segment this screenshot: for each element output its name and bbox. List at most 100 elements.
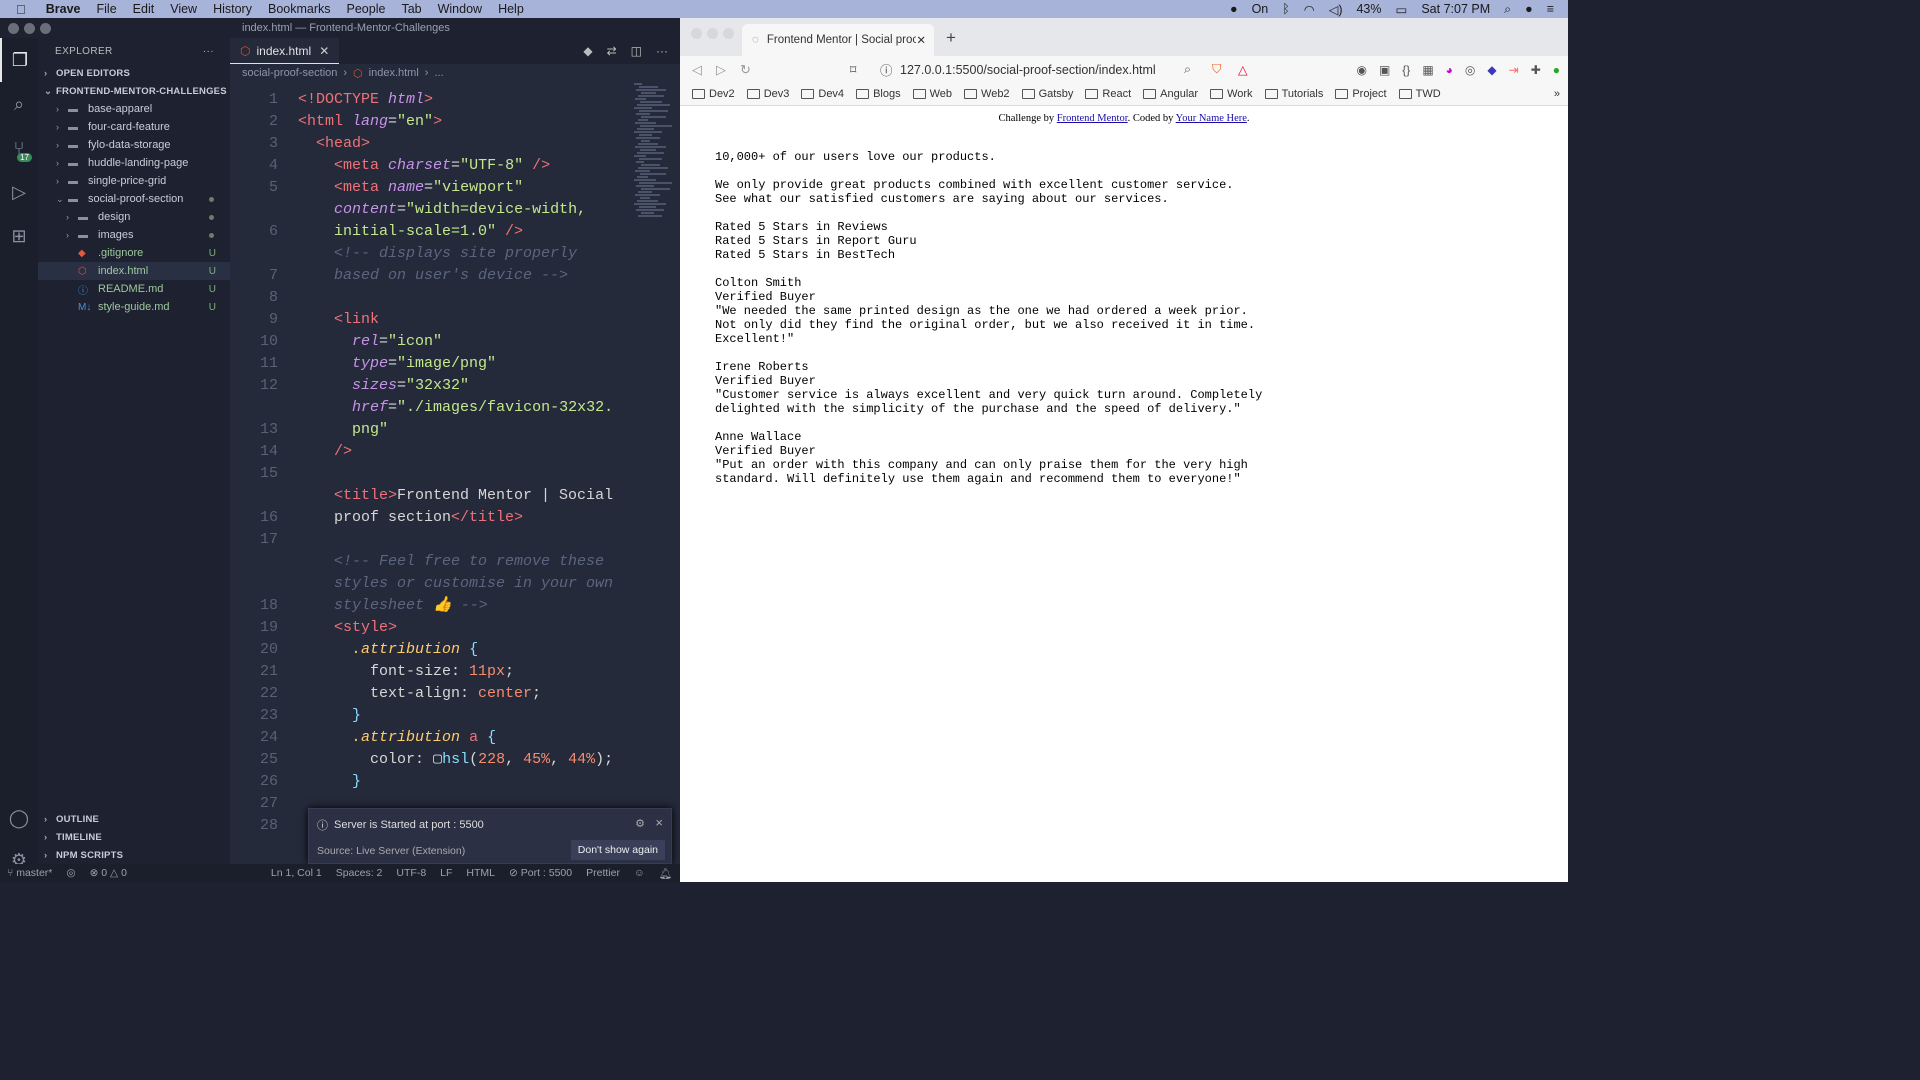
bookmark-folder-dev3[interactable]: Dev3 [746, 88, 789, 100]
bookmark-folder-tutorials[interactable]: Tutorials [1264, 88, 1323, 100]
notifications-bell-icon[interactable]: 🔔︎ [652, 867, 679, 880]
new-tab-icon[interactable]: + [946, 28, 956, 48]
bookmark-folder-angular[interactable]: Angular [1143, 88, 1198, 100]
author-link[interactable]: Your Name Here [1176, 113, 1247, 124]
tree-item-four-card-feature[interactable]: › ▬ four-card-feature [38, 118, 230, 136]
tree-item-base-apparel[interactable]: › ▬ base-apparel [38, 100, 230, 118]
frontend-mentor-link[interactable]: Frontend Mentor [1057, 113, 1128, 124]
tree-item-single-price-grid[interactable]: › ▬ single-price-grid [38, 172, 230, 190]
sync-icon[interactable]: ◎ [59, 867, 82, 879]
zoom-icon[interactable]: ⌕ [1184, 62, 1191, 77]
zoom-window-button[interactable] [723, 28, 734, 39]
extension-icon[interactable]: ▦ [1422, 63, 1433, 77]
tree-item-index-html[interactable]: ⬡ index.html U [38, 262, 230, 280]
tab-index-html[interactable]: ⬡ index.html ✕ [230, 38, 340, 64]
extension-icon[interactable]: ⇥ [1509, 63, 1519, 77]
bookmark-folder-web[interactable]: Web [912, 88, 952, 100]
close-window-button[interactable] [8, 22, 19, 34]
split-editor-icon[interactable]: ◫ [631, 44, 642, 58]
minimize-window-button[interactable] [707, 28, 718, 39]
tree-item-images[interactable]: › ▬ images [38, 226, 230, 244]
line-ending[interactable]: LF [433, 867, 459, 879]
tree-item-readme-md[interactable]: ⓘ README.md U [38, 280, 230, 298]
menu-view[interactable]: View [162, 2, 205, 16]
more-actions-icon[interactable]: ··· [203, 46, 214, 57]
close-tab-icon[interactable]: ✕ [916, 33, 926, 47]
account-icon[interactable]: ◯ [0, 796, 38, 840]
control-center-icon[interactable]: ≡ [1547, 2, 1554, 16]
extensions-icon[interactable]: ⊞ [0, 214, 38, 258]
wifi-icon[interactable]: ◠ [1304, 2, 1315, 17]
cursor-position[interactable]: Ln 1, Col 1 [264, 867, 329, 879]
tree-item-design[interactable]: › ▬ design [38, 208, 230, 226]
npm-scripts-section[interactable]: › NPM SCRIPTS [38, 846, 230, 864]
tree-item-huddle-landing-page[interactable]: › ▬ huddle-landing-page [38, 154, 230, 172]
reload-icon[interactable]: ↻ [740, 62, 751, 78]
bookmark-folder-web2[interactable]: Web2 [964, 88, 1010, 100]
run-debug-icon[interactable]: ▷ [0, 170, 38, 214]
extension-icon[interactable]: {} [1402, 63, 1410, 77]
menu-history[interactable]: History [205, 2, 260, 16]
open-editors-section[interactable]: › OPEN EDITORS [38, 64, 230, 82]
workspace-root[interactable]: ⌄ FRONTEND-MENTOR-CHALLENGES [38, 82, 230, 100]
menu-help[interactable]: Help [490, 2, 532, 16]
record-icon[interactable]: ● [1230, 2, 1238, 16]
spotlight-icon[interactable]: ⌕ [1504, 2, 1511, 17]
search-icon[interactable]: ⌕ [0, 82, 38, 126]
extension-icon[interactable]: ◎ [1465, 63, 1475, 77]
menu-bookmarks[interactable]: Bookmarks [260, 2, 339, 16]
menu-file[interactable]: File [89, 2, 125, 16]
menu-tab[interactable]: Tab [393, 2, 429, 16]
extension-icon[interactable]: ▣ [1379, 63, 1390, 77]
zoom-window-button[interactable] [40, 22, 51, 34]
prettier-status[interactable]: Prettier [579, 867, 627, 879]
apple-icon[interactable]:  [0, 2, 34, 17]
breadcrumb-folder[interactable]: social-proof-section [242, 67, 337, 79]
extensions-puzzle-icon[interactable]: ✚ [1531, 63, 1541, 77]
extension-icon[interactable]: ● [1553, 63, 1560, 77]
breadcrumb-more[interactable]: ... [434, 67, 443, 79]
tree-item-social-proof-section[interactable]: ⌄ ▬ social-proof-section [38, 190, 230, 208]
feedback-icon[interactable]: ☺ [627, 867, 652, 879]
dont-show-again-button[interactable]: Don't show again [570, 840, 665, 860]
problems-indicator[interactable]: ⊗ 0 △ 0 [83, 867, 134, 879]
tree-item-gitignore[interactable]: ◆ .gitignore U [38, 244, 230, 262]
extension-icon[interactable]: ◆ [1487, 63, 1496, 77]
live-server-port[interactable]: ⊘ Port : 5500 [502, 867, 579, 879]
bookmark-folder-project[interactable]: Project [1335, 88, 1387, 100]
menu-app-name[interactable]: Brave [34, 2, 89, 16]
encoding[interactable]: UTF-8 [389, 867, 433, 879]
git-branch[interactable]: ⑂ master* [0, 867, 59, 879]
close-tab-icon[interactable]: ✕ [319, 44, 329, 58]
bookmark-folder-react[interactable]: React [1085, 88, 1131, 100]
back-icon[interactable]: ◁ [692, 62, 702, 78]
bookmark-folder-dev4[interactable]: Dev4 [801, 88, 844, 100]
bluetooth-icon[interactable]: ᛒ [1282, 2, 1290, 16]
menu-window[interactable]: Window [430, 2, 490, 16]
menu-edit[interactable]: Edit [125, 2, 163, 16]
address-bar[interactable]: 127.0.0.1:5500/social-proof-section/inde… [900, 63, 1156, 77]
bookmark-folder-work[interactable]: Work [1210, 88, 1253, 100]
notification-close-icon[interactable]: × [655, 815, 663, 830]
tree-item-fylo-data-storage[interactable]: › ▬ fylo-data-storage [38, 136, 230, 154]
code-editor[interactable]: 1 <!DOCTYPE html> 2 <html lang="en"> 3 <head… [230, 82, 680, 864]
brave-shields-icon[interactable]: ⛉ [1212, 62, 1221, 77]
indentation[interactable]: Spaces: 2 [329, 867, 390, 879]
bookmarks-overflow-icon[interactable]: » [1554, 88, 1560, 100]
browser-tab[interactable]: ◌ Frontend Mentor | Social proof s ✕ [742, 24, 934, 56]
vpn-on-status[interactable]: On [1252, 2, 1269, 16]
source-control-icon[interactable]: ⑂ 17 [0, 126, 38, 170]
battery-percent[interactable]: 43% [1356, 2, 1381, 16]
bookmark-folder-gatsby[interactable]: Gatsby [1021, 88, 1073, 100]
bookmark-folder-blogs[interactable]: Blogs [856, 88, 901, 100]
more-actions-icon[interactable]: ··· [656, 44, 668, 58]
bookmark-icon[interactable]: ⌑ [850, 62, 856, 77]
bookmark-folder-dev2[interactable]: Dev2 [692, 88, 735, 100]
minimize-window-button[interactable] [24, 22, 35, 34]
explorer-icon[interactable]: ❐ [0, 38, 38, 82]
brave-rewards-icon[interactable]: △ [1238, 62, 1248, 77]
bookmark-folder-twd[interactable]: TWD [1398, 88, 1441, 100]
outline-section[interactable]: › OUTLINE [38, 810, 230, 828]
notification-settings-icon[interactable]: ⚙ [635, 817, 645, 830]
close-window-button[interactable] [691, 28, 702, 39]
